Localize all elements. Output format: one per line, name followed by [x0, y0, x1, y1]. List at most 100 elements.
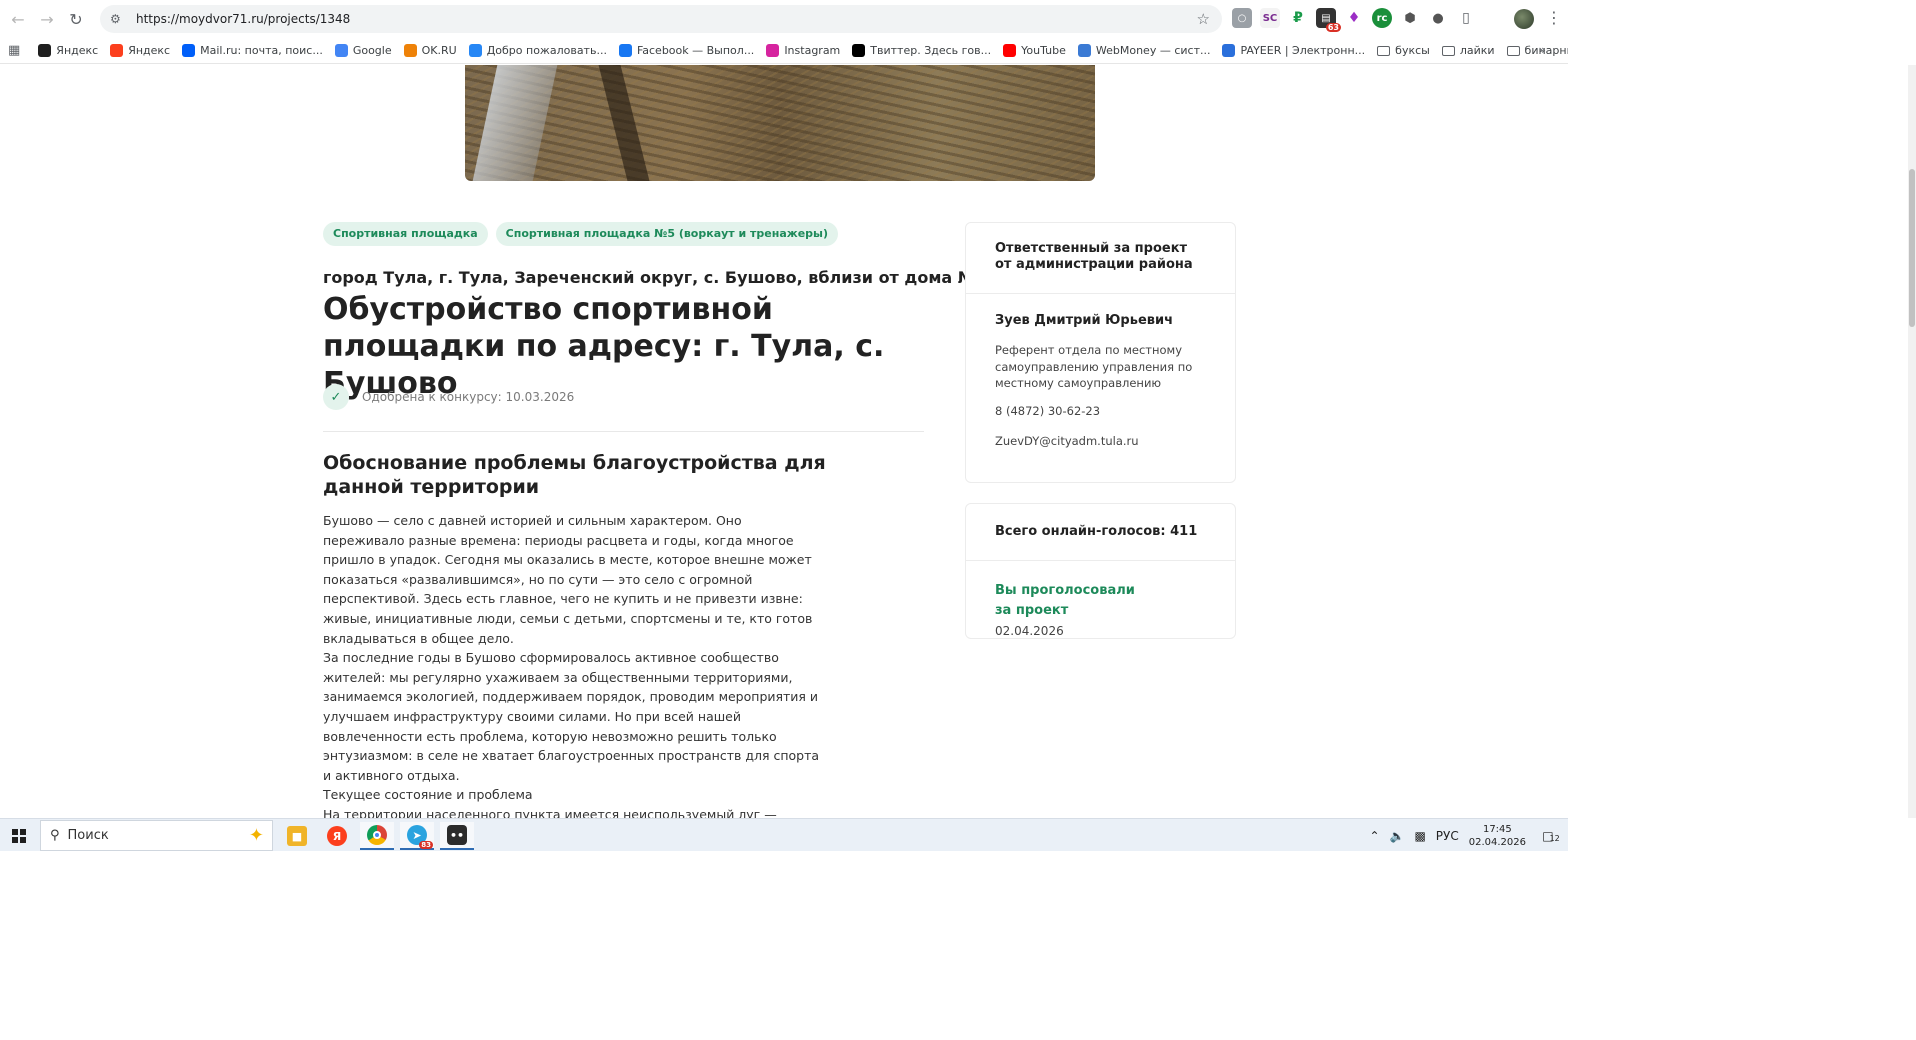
youtube-icon [1003, 44, 1017, 57]
bookmark-label: YouTube [1021, 44, 1066, 57]
bookmark-label: Яндекс [56, 44, 99, 57]
taskbar-app-chat[interactable]: •• [440, 822, 474, 850]
url-text[interactable]: https://moydvor71.ru/projects/1348 [136, 12, 350, 26]
bookmark-label: WebMoney — сист... [1095, 44, 1211, 57]
description-paragraph: На территории населенного пункта имеется… [323, 806, 777, 818]
responsible-email[interactable]: ZuevDY@cityadm.tula.ru [995, 434, 1139, 448]
clock-time: 17:45 [1482, 823, 1512, 835]
telegram-icon: ➤ 83 [407, 825, 433, 849]
bookmark-label: Твиттер. Здесь гов... [870, 44, 992, 57]
sparkle-icon: ✦ [248, 825, 264, 846]
taskbar-telegram[interactable]: ➤ 83 [400, 822, 434, 850]
bookmark-folder[interactable]: бинарные опционы [1506, 44, 1568, 57]
bookmark-label: Instagram [784, 44, 841, 57]
description-paragraph: За последние годы в Бушово сформировалос… [323, 650, 820, 783]
bookmark-item[interactable]: Твиттер. Здесь гов... [852, 44, 991, 57]
responsible-role: Референт отдела по местному самоуправлен… [995, 343, 1193, 390]
forward-arrow-icon[interactable]: → [33, 5, 61, 33]
sc-extension-icon[interactable]: SC [1260, 8, 1280, 28]
description-paragraph: Бушово — село с давней историей и сильны… [323, 513, 813, 646]
globe-extension-icon[interactable]: ○ [1232, 8, 1252, 28]
notifications-icon[interactable]: □ 12 [1538, 823, 1564, 849]
clock-date: 02.04.2026 [1468, 836, 1526, 848]
search-placeholder: Поиск [67, 828, 109, 843]
bookmark-label: OK.RU [421, 44, 457, 57]
puzzle-extensions-icon[interactable]: ▯ [1456, 8, 1476, 28]
photo-shadow [598, 65, 650, 181]
start-button[interactable] [0, 819, 38, 852]
volume-icon[interactable]: 🔈 [1390, 829, 1405, 843]
bookmarks-bar: ▦ Яндекс Яндекс Mail.ru: почта, поис... Goo… [0, 38, 1568, 64]
folder-icon [1441, 45, 1455, 56]
windows-logo-icon [12, 828, 26, 843]
tag-category[interactable]: Спортивная площадка [323, 222, 488, 246]
bookmark-item[interactable]: YouTube [1003, 44, 1066, 57]
taskbar-chrome[interactable] [360, 822, 394, 850]
folder-icon: ■ [287, 826, 307, 846]
folder-icon [1506, 45, 1520, 56]
bookmark-folder[interactable]: буксы [1377, 44, 1430, 57]
bookmarks-overflow-icon[interactable]: » [1539, 43, 1546, 57]
profile-avatar[interactable] [1514, 9, 1534, 29]
bookmark-item[interactable]: Добро пожаловать... [468, 44, 607, 57]
bookmark-item[interactable]: Яндекс [38, 44, 98, 57]
taskbar-yandex[interactable]: Я [320, 822, 354, 850]
bookmark-folder-label: лайки [1459, 44, 1495, 57]
diamond-extension-icon[interactable]: ♦ [1344, 8, 1364, 28]
cube-extension-icon[interactable]: ⬢ [1400, 8, 1420, 28]
yandex-icon [110, 44, 124, 57]
taskbar: ⚲ Поиск ✦ ■ Я ➤ 83 •• ⌃ 🔈 ▩ РУС 17:45 02.… [0, 818, 1568, 851]
votes-card: Всего онлайн-голосов: 411 Вы проголосова… [965, 503, 1236, 639]
chat-app-icon: •• [447, 825, 467, 845]
mascot-extension-icon[interactable]: ● [1428, 8, 1448, 28]
browser-toolbar: ← → ↻ ⚙ https://moydvor71.ru/projects/13… [0, 0, 1568, 38]
ruble-extension-icon[interactable]: ₽ [1288, 8, 1308, 28]
taskbar-search[interactable]: ⚲ Поиск ✦ [40, 820, 273, 851]
bookmark-item[interactable]: Facebook — Выпол... [618, 44, 755, 57]
bookmark-folder[interactable]: лайки [1441, 44, 1495, 57]
bookmark-label: PAYEER | Электронн... [1240, 44, 1366, 57]
bookmark-item[interactable]: Яндекс [110, 44, 170, 57]
bookmark-item[interactable]: WebMoney — сист... [1077, 44, 1211, 57]
instagram-icon [766, 44, 780, 57]
bookmark-label: Яндекс [128, 44, 171, 57]
bookmark-star-icon[interactable]: ☆ [1197, 10, 1210, 28]
bookmark-item[interactable]: OK.RU [403, 44, 457, 57]
tag-subcategory[interactable]: Спортивная площадка №5 (воркаут и тренаж… [495, 222, 839, 246]
section-title: Обоснование проблемы благоустройства для… [323, 452, 826, 498]
photo-road-track [472, 65, 558, 181]
bookmark-folder-label: бинарные опционы [1524, 44, 1568, 57]
bookmark-item[interactable]: Google [334, 44, 392, 57]
project-photo [465, 65, 1095, 181]
address-bar[interactable]: ⚙ https://moydvor71.ru/projects/1348 ☆ [100, 5, 1222, 33]
apps-grid-icon[interactable]: ▦ [8, 43, 20, 58]
bookmark-item[interactable]: Mail.ru: почта, поис... [182, 44, 323, 57]
bookmark-item[interactable]: PAYEER | Электронн... [1222, 44, 1365, 57]
network-icon[interactable]: ▩ [1414, 829, 1425, 843]
calendar-extension-icon[interactable]: ▤ 63 [1316, 8, 1341, 32]
back-arrow-icon[interactable]: ← [4, 5, 32, 33]
yandex-browser-icon: Я [327, 826, 347, 846]
clock[interactable]: 17:45 02.04.2026 [1469, 823, 1526, 849]
description-paragraph: Текущее состояние и проблема [323, 787, 533, 803]
bookmark-label: Добро пожаловать... [486, 44, 607, 57]
scrollbar-thumb[interactable] [1909, 169, 1915, 327]
vk-icon [468, 44, 482, 57]
site-settings-icon[interactable]: ⚙ [110, 12, 128, 26]
responsible-phone[interactable]: 8 (4872) 30-62-23 [995, 404, 1100, 418]
project-address: город Тула, г. Тула, Зареченский округ, … [323, 268, 994, 287]
chevron-up-icon[interactable]: ⌃ [1369, 829, 1379, 843]
language-indicator[interactable]: РУС [1436, 829, 1459, 843]
menu-kebab-icon[interactable]: ⋮ [1546, 8, 1562, 27]
voted-date: 02.04.2026 [995, 624, 1064, 638]
approval-text: Одобрена к конкурсу: 10.03.2026 [362, 390, 575, 404]
bookmark-label: Facebook — Выпол... [636, 44, 755, 57]
responsible-name: Зуев Дмитрий Юрьевич [995, 313, 1174, 328]
project-tags: Спортивная площадка Спортивная площадка … [323, 222, 839, 246]
bookmark-item[interactable]: Instagram [766, 44, 840, 57]
reload-icon[interactable]: ↻ [62, 5, 90, 33]
page-scrollbar[interactable] [1908, 65, 1916, 818]
folder-icon [1377, 45, 1391, 56]
green-circle-extension-icon[interactable]: rc [1372, 8, 1392, 28]
taskbar-explorer[interactable]: ■ [280, 822, 314, 850]
